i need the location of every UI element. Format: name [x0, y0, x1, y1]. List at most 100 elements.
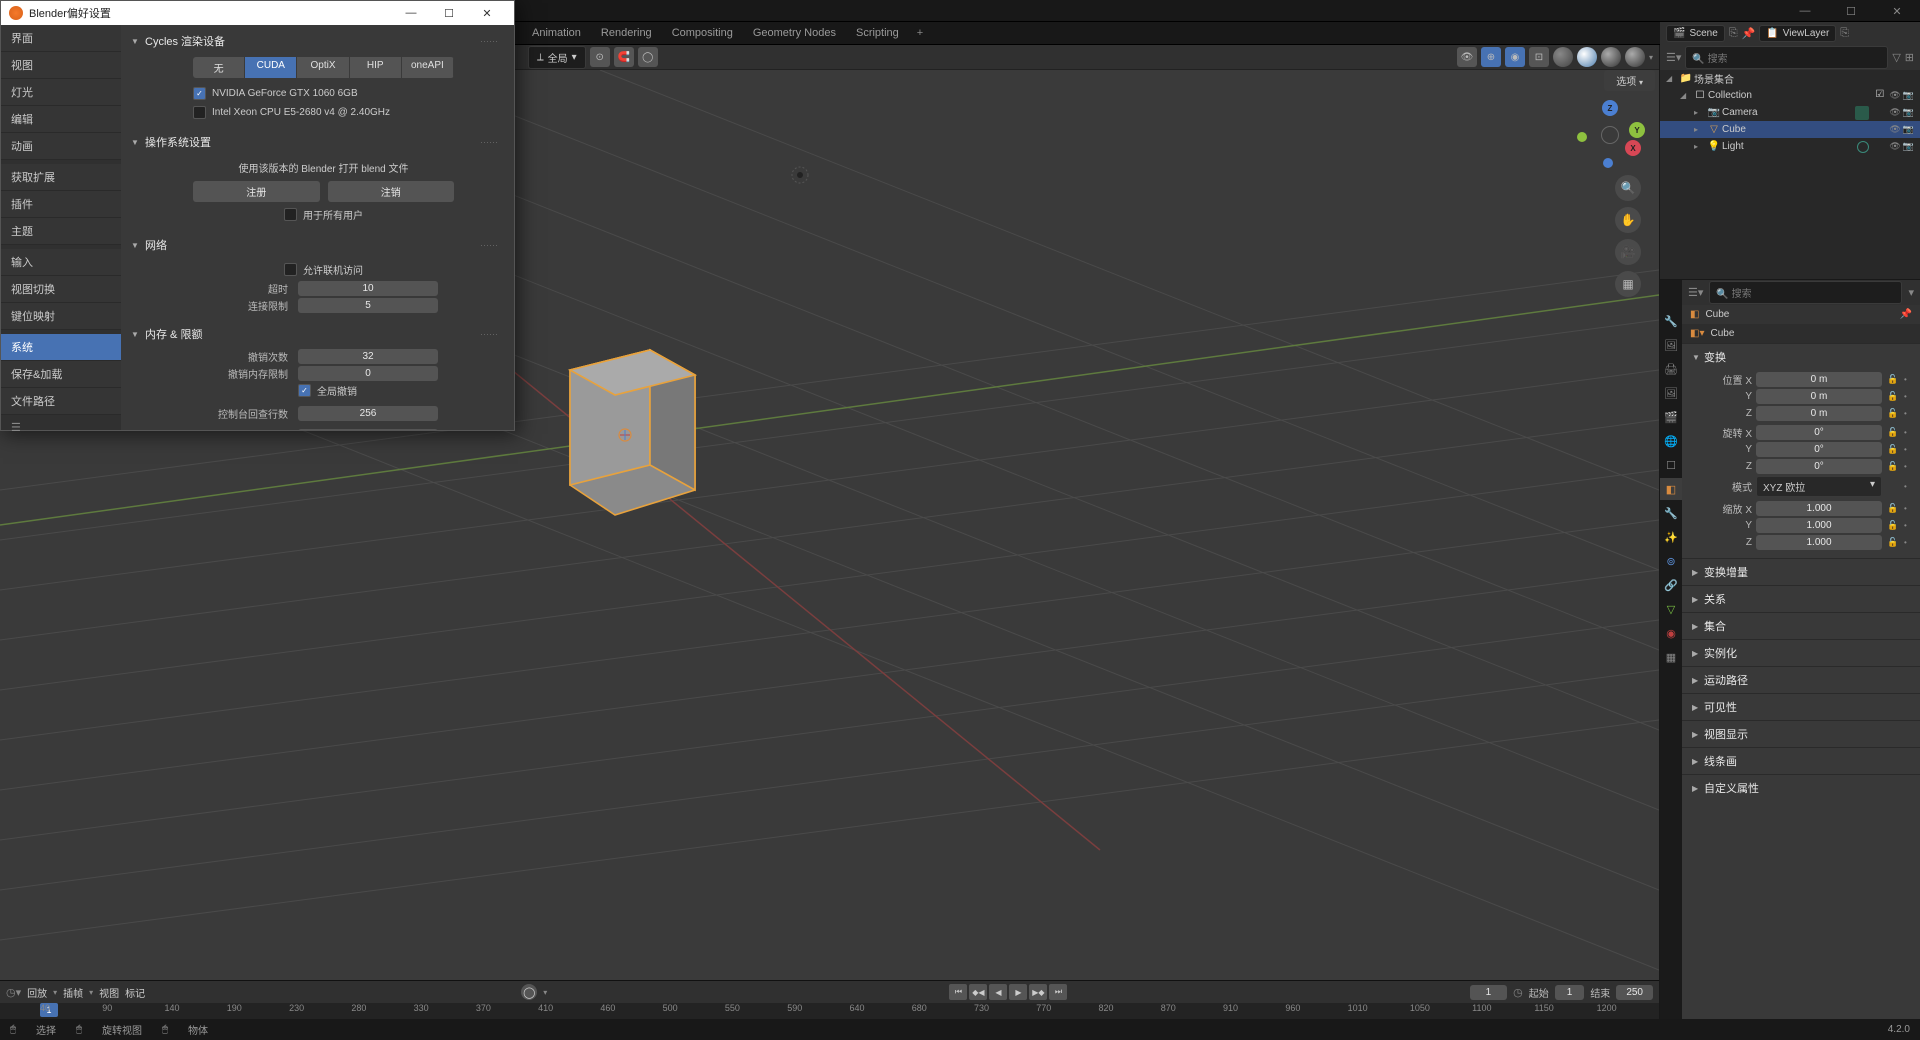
scene-dropdown[interactable]: 🎬Scene — [1666, 25, 1725, 42]
ws-scripting[interactable]: Scripting — [846, 23, 909, 43]
keyframe-prev-icon[interactable]: ◆◀ — [969, 984, 987, 1000]
prop-tab-constraints[interactable]: 🔗 — [1660, 574, 1682, 596]
panel-cycles-devices[interactable]: ▼Cycles 渲染设备⋯⋯ — [125, 29, 504, 53]
lock-icon[interactable]: 🔓 — [1886, 427, 1900, 438]
loc-z-field[interactable]: 0 m — [1756, 406, 1882, 421]
tl-menu-marker[interactable]: 标记 — [125, 985, 145, 1000]
pivot-icon[interactable]: ⊙ — [590, 47, 610, 67]
prop-tab-modifiers[interactable]: 🔧 — [1660, 502, 1682, 524]
outliner-item-light[interactable]: ▸ 💡 Light 👁📷 — [1660, 138, 1920, 155]
prop-breadcrumb-2[interactable]: ◧▾ Cube — [1682, 324, 1920, 343]
prefs-tab-keymap[interactable]: 键位映射 — [1, 303, 121, 330]
rendered-shading[interactable] — [1625, 47, 1645, 67]
console-field[interactable]: 256 — [298, 406, 438, 421]
prop-tab-world[interactable]: 🌐 — [1660, 430, 1682, 452]
scale-z-field[interactable]: 1.000 — [1756, 535, 1882, 550]
lock-icon[interactable]: 🔓 — [1886, 444, 1900, 455]
xray-icon[interactable]: ⊡ — [1529, 47, 1549, 67]
keyframe-next-icon[interactable]: ▶◆ — [1029, 984, 1047, 1000]
prefs-tab-input[interactable]: 输入 — [1, 249, 121, 276]
end-frame-field[interactable]: 250 — [1616, 985, 1653, 1000]
cycles-oneapi[interactable]: oneAPI — [402, 57, 454, 78]
prop-tab-data[interactable]: ▽ — [1660, 598, 1682, 620]
loc-y-field[interactable]: 0 m — [1756, 389, 1882, 404]
section-motionpaths[interactable]: ▶运动路径 — [1682, 667, 1920, 693]
timeline-editor-icon[interactable]: ◷▾ — [6, 986, 21, 999]
lock-icon[interactable]: 🔓 — [1886, 520, 1900, 531]
prop-tab-particles[interactable]: ✨ — [1660, 526, 1682, 548]
gizmo-y-axis[interactable]: Y — [1629, 122, 1645, 138]
ws-compositing[interactable]: Compositing — [662, 23, 743, 43]
transform-orientation[interactable]: ⟂全局▾ — [528, 46, 586, 69]
section-visibility[interactable]: ▶可见性 — [1682, 694, 1920, 720]
prefs-tab-filepaths[interactable]: 文件路径 — [1, 388, 121, 415]
prefs-tab-animation[interactable]: 动画 — [1, 133, 121, 160]
gizmo-z-axis[interactable]: Z — [1602, 100, 1618, 116]
jump-end-icon[interactable]: ⏭ — [1049, 984, 1067, 1000]
prefs-maximize[interactable]: ☐ — [430, 1, 468, 25]
prefs-minimize[interactable]: — — [392, 1, 430, 25]
prefs-tab-interface[interactable]: 界面 — [1, 25, 121, 52]
nav-gizmo[interactable]: Z Y X — [1575, 100, 1645, 170]
texture-timeout-field[interactable]: 120 — [298, 429, 438, 430]
cycles-cuda[interactable]: CUDA — [245, 57, 297, 78]
prefs-titlebar[interactable]: Blender偏好设置 — ☐ ✕ — [1, 1, 514, 25]
gizmo-x-axis[interactable]: X — [1625, 140, 1641, 156]
prop-tab-collection[interactable]: ☐ — [1660, 454, 1682, 476]
nav-persp-icon[interactable]: ▦ — [1615, 271, 1641, 297]
panel-network[interactable]: ▼网络⋯⋯ — [125, 233, 504, 257]
shading-dropdown-icon[interactable]: ▾ — [1649, 53, 1653, 62]
add-workspace[interactable]: + — [909, 23, 931, 43]
prop-tab-physics[interactable]: ⊚ — [1660, 550, 1682, 572]
play-icon[interactable]: ▶ — [1009, 984, 1027, 1000]
panel-os-settings[interactable]: ▼操作系统设置⋯⋯ — [125, 130, 504, 154]
ws-animation[interactable]: Animation — [522, 23, 591, 43]
prop-tab-scene[interactable]: 🎬 — [1660, 406, 1682, 428]
rot-y-field[interactable]: 0° — [1756, 442, 1882, 457]
prefs-tab-lights[interactable]: 灯光 — [1, 79, 121, 106]
gpu-checkbox[interactable]: ✓ — [193, 87, 206, 100]
viewport-visibility-icon[interactable]: 👁 — [1457, 47, 1477, 67]
prefs-tab-navigation[interactable]: 视图切换 — [1, 276, 121, 303]
prop-tab-viewlayer[interactable]: 🖼 — [1660, 382, 1682, 404]
undo-steps-field[interactable]: 32 — [298, 349, 438, 364]
matprev-shading[interactable] — [1601, 47, 1621, 67]
tl-menu-playback[interactable]: 回放 — [27, 985, 47, 1000]
lock-icon[interactable]: 🔓 — [1886, 503, 1900, 514]
prefs-tab-viewport[interactable]: 视图 — [1, 52, 121, 79]
new-viewlayer-icon[interactable]: ⎘ — [1840, 27, 1849, 40]
new-scene-icon[interactable]: ⎘ — [1729, 27, 1738, 40]
outliner-filter-icon[interactable]: ▽ — [1892, 51, 1900, 64]
gizmo-toggle-icon[interactable]: ⊕ — [1481, 47, 1501, 67]
outliner-editor-icon[interactable]: ☰▾ — [1666, 51, 1681, 64]
section-custom[interactable]: ▶自定义属性 — [1682, 775, 1920, 801]
prefs-tab-system[interactable]: 系统 — [1, 334, 121, 361]
jump-start-icon[interactable]: ⏮ — [949, 984, 967, 1000]
tl-menu-keying[interactable]: 插帧 — [63, 985, 83, 1000]
outliner-new-icon[interactable]: ⊞ — [1905, 51, 1914, 64]
start-frame-field[interactable]: 1 — [1555, 985, 1585, 1000]
prop-tab-tool[interactable]: 🔧 — [1660, 310, 1682, 332]
timeout-field[interactable]: 10 — [298, 281, 438, 296]
prop-options-icon[interactable]: ▾ — [1908, 286, 1914, 299]
prefs-close[interactable]: ✕ — [468, 1, 506, 25]
register-button[interactable]: 注册 — [193, 181, 320, 202]
autokey-icon[interactable]: ◯ — [521, 984, 537, 1000]
section-transform[interactable]: ▼变换 — [1682, 344, 1920, 370]
prefs-menu-icon[interactable]: ☰ — [1, 415, 121, 440]
panel-memory-limits[interactable]: ▼内存 & 限额⋯⋯ — [125, 322, 504, 346]
rot-x-field[interactable]: 0° — [1756, 425, 1882, 440]
solid-shading[interactable] — [1577, 47, 1597, 67]
overlays-icon[interactable]: ◉ — [1505, 47, 1525, 67]
prop-editor-icon[interactable]: ☰▾ — [1688, 286, 1703, 299]
ws-geonodes[interactable]: Geometry Nodes — [743, 23, 846, 43]
connlimit-field[interactable]: 5 — [298, 298, 438, 313]
outliner-collection[interactable]: ◢ ☐ Collection ☑ 👁📷 — [1660, 87, 1920, 104]
proportional-icon[interactable]: ◯ — [638, 47, 658, 67]
prop-tab-object[interactable]: ◧ — [1660, 478, 1682, 500]
main-minimize[interactable]: — — [1782, 0, 1828, 22]
pin-scene-icon[interactable]: 📌 — [1742, 27, 1756, 40]
unregister-button[interactable]: 注销 — [328, 181, 455, 202]
timeline-ruler[interactable]: 1 40901401902302803303704104605005505906… — [0, 1003, 1659, 1020]
cycles-optix[interactable]: OptiX — [297, 57, 349, 78]
